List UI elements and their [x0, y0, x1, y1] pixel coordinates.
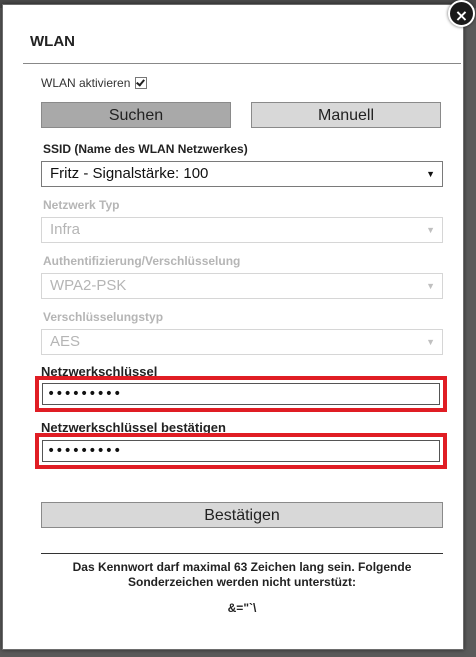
footer-divider	[41, 553, 443, 554]
forbidden-characters: &="`\	[227, 601, 257, 615]
chevron-down-icon: ▼	[426, 169, 435, 179]
encryption-value: AES	[50, 333, 81, 350]
auth-value: WPA2-PSK	[50, 277, 127, 294]
wlan-enable-checkbox[interactable]	[135, 77, 148, 89]
wlan-dialog: WLAN WLAN aktivieren Suchen Manuell SSID…	[2, 4, 464, 650]
network-key-input[interactable]: •••••••••	[42, 383, 440, 405]
encryption-label: Verschlüsselungstyp	[43, 310, 164, 324]
ssid-select[interactable]: Fritz - Signalstärke: 100 ▼	[41, 161, 443, 187]
wlan-enable-label: WLAN aktivieren	[41, 76, 131, 90]
ssid-label: SSID (Name des WLAN Netzwerkes)	[43, 142, 248, 156]
ssid-value: Fritz - Signalstärke: 100	[50, 165, 209, 182]
password-note: Das Kennwort darf maximal 63 Zeichen lan…	[72, 560, 412, 589]
dialog-title: WLAN	[30, 33, 75, 50]
network-key-highlight: •••••••••	[35, 376, 447, 412]
network-type-select: Infra ▼	[41, 217, 443, 243]
auth-label: Authentifizierung/Verschlüsselung	[43, 254, 241, 268]
network-type-value: Infra	[50, 221, 81, 238]
wlan-enable-row: WLAN aktivieren	[41, 76, 148, 90]
confirm-button[interactable]: Bestätigen	[41, 502, 443, 528]
network-type-label: Netzwerk Typ	[43, 198, 120, 212]
close-icon[interactable]: ×	[448, 0, 475, 27]
network-key-confirm-input[interactable]: •••••••••	[42, 440, 440, 462]
encryption-select: AES ▼	[41, 329, 443, 355]
chevron-down-icon: ▼	[426, 337, 435, 347]
network-key-confirm-highlight: •••••••••	[35, 433, 447, 469]
chevron-down-icon: ▼	[426, 225, 435, 235]
manual-button[interactable]: Manuell	[251, 102, 441, 128]
title-divider	[23, 63, 461, 64]
search-button[interactable]: Suchen	[41, 102, 231, 128]
auth-select: WPA2-PSK ▼	[41, 273, 443, 299]
chevron-down-icon: ▼	[426, 281, 435, 291]
